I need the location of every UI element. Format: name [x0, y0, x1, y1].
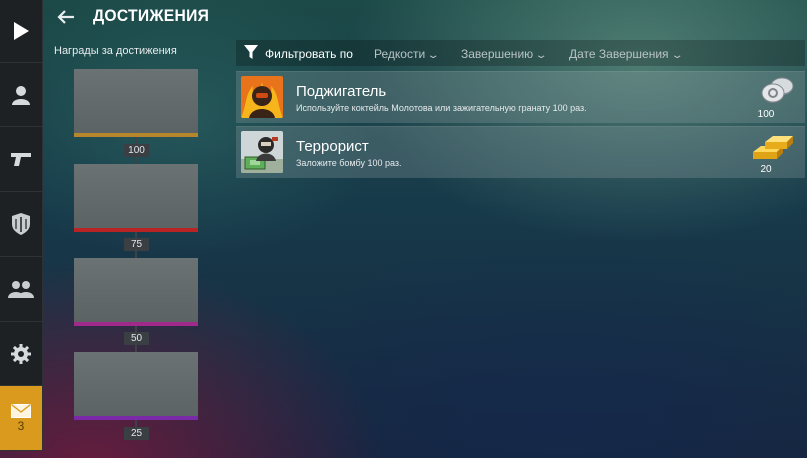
achievement-name: Поджигатель [296, 83, 387, 100]
reward-bar-red [74, 228, 198, 232]
achievement-row[interactable]: Поджигатель Используйте коктейль Молотов… [236, 71, 805, 123]
reward-value: 75 [124, 238, 149, 251]
filter-option-label: Завершению [461, 47, 534, 61]
filter-icon [244, 45, 258, 59]
mail-count-badge: 3 [17, 418, 25, 433]
achievement-reward-amount: 20 [760, 164, 772, 175]
reward-value: 100 [124, 144, 149, 157]
achievement-row[interactable]: Террорист Заложите бомбу 100 раз. 20 [236, 126, 805, 178]
rewards-label: Награды за достижения [54, 45, 177, 57]
filter-date-dropdown[interactable]: Дате Завершения⌄ [569, 47, 684, 61]
profile-icon [12, 85, 30, 105]
achievement-name: Террорист [296, 138, 369, 155]
friends-button[interactable] [0, 257, 42, 322]
reward-value: 25 [124, 427, 149, 440]
achievement-description: Используйте коктейль Молотова или зажига… [296, 103, 587, 113]
achievement-description: Заложите бомбу 100 раз. [296, 158, 402, 168]
back-arrow-icon[interactable] [56, 7, 76, 27]
reward-card-50[interactable] [74, 258, 198, 326]
reward-card-100[interactable] [74, 69, 198, 137]
mail-icon [11, 403, 31, 418]
reward-bar-purple [74, 416, 198, 420]
reward-value: 50 [124, 332, 149, 345]
silver-coins-icon [761, 77, 794, 103]
gold-bars-icon [753, 136, 793, 159]
filter-completion-dropdown[interactable]: Завершению⌄ [461, 47, 549, 61]
reward-bar-magenta [74, 322, 198, 326]
pistol-icon [11, 153, 31, 166]
reward-card-75[interactable] [74, 164, 198, 232]
clan-button[interactable] [0, 192, 42, 257]
chevron-down-icon: ⌄ [670, 50, 684, 61]
filter-label: Фильтровать по [265, 47, 353, 61]
shield-icon [12, 213, 30, 235]
chevron-down-icon: ⌄ [534, 50, 549, 61]
friends-icon [8, 281, 34, 298]
chevron-down-icon: ⌄ [426, 50, 441, 61]
page-title: ДОСТИЖЕНИЯ [93, 6, 210, 25]
mail-button[interactable]: 3 [0, 386, 42, 451]
arsonist-icon [241, 76, 283, 118]
sidebar: 3 [0, 0, 43, 451]
reward-bar-gold [74, 133, 198, 137]
header: ДОСТИЖЕНИЯ [0, 0, 807, 34]
settings-button[interactable] [0, 322, 42, 386]
reward-card-25[interactable] [74, 352, 198, 420]
filter-option-label: Редкости [374, 47, 426, 61]
profile-button[interactable] [0, 63, 42, 127]
weapons-button[interactable] [0, 127, 42, 192]
filter-rarity-dropdown[interactable]: Редкости⌄ [374, 47, 441, 61]
filter-option-label: Дате Завершения [569, 47, 669, 61]
achievement-reward-amount: 100 [757, 109, 775, 120]
terrorist-icon [241, 131, 283, 173]
gear-icon [11, 343, 31, 364]
